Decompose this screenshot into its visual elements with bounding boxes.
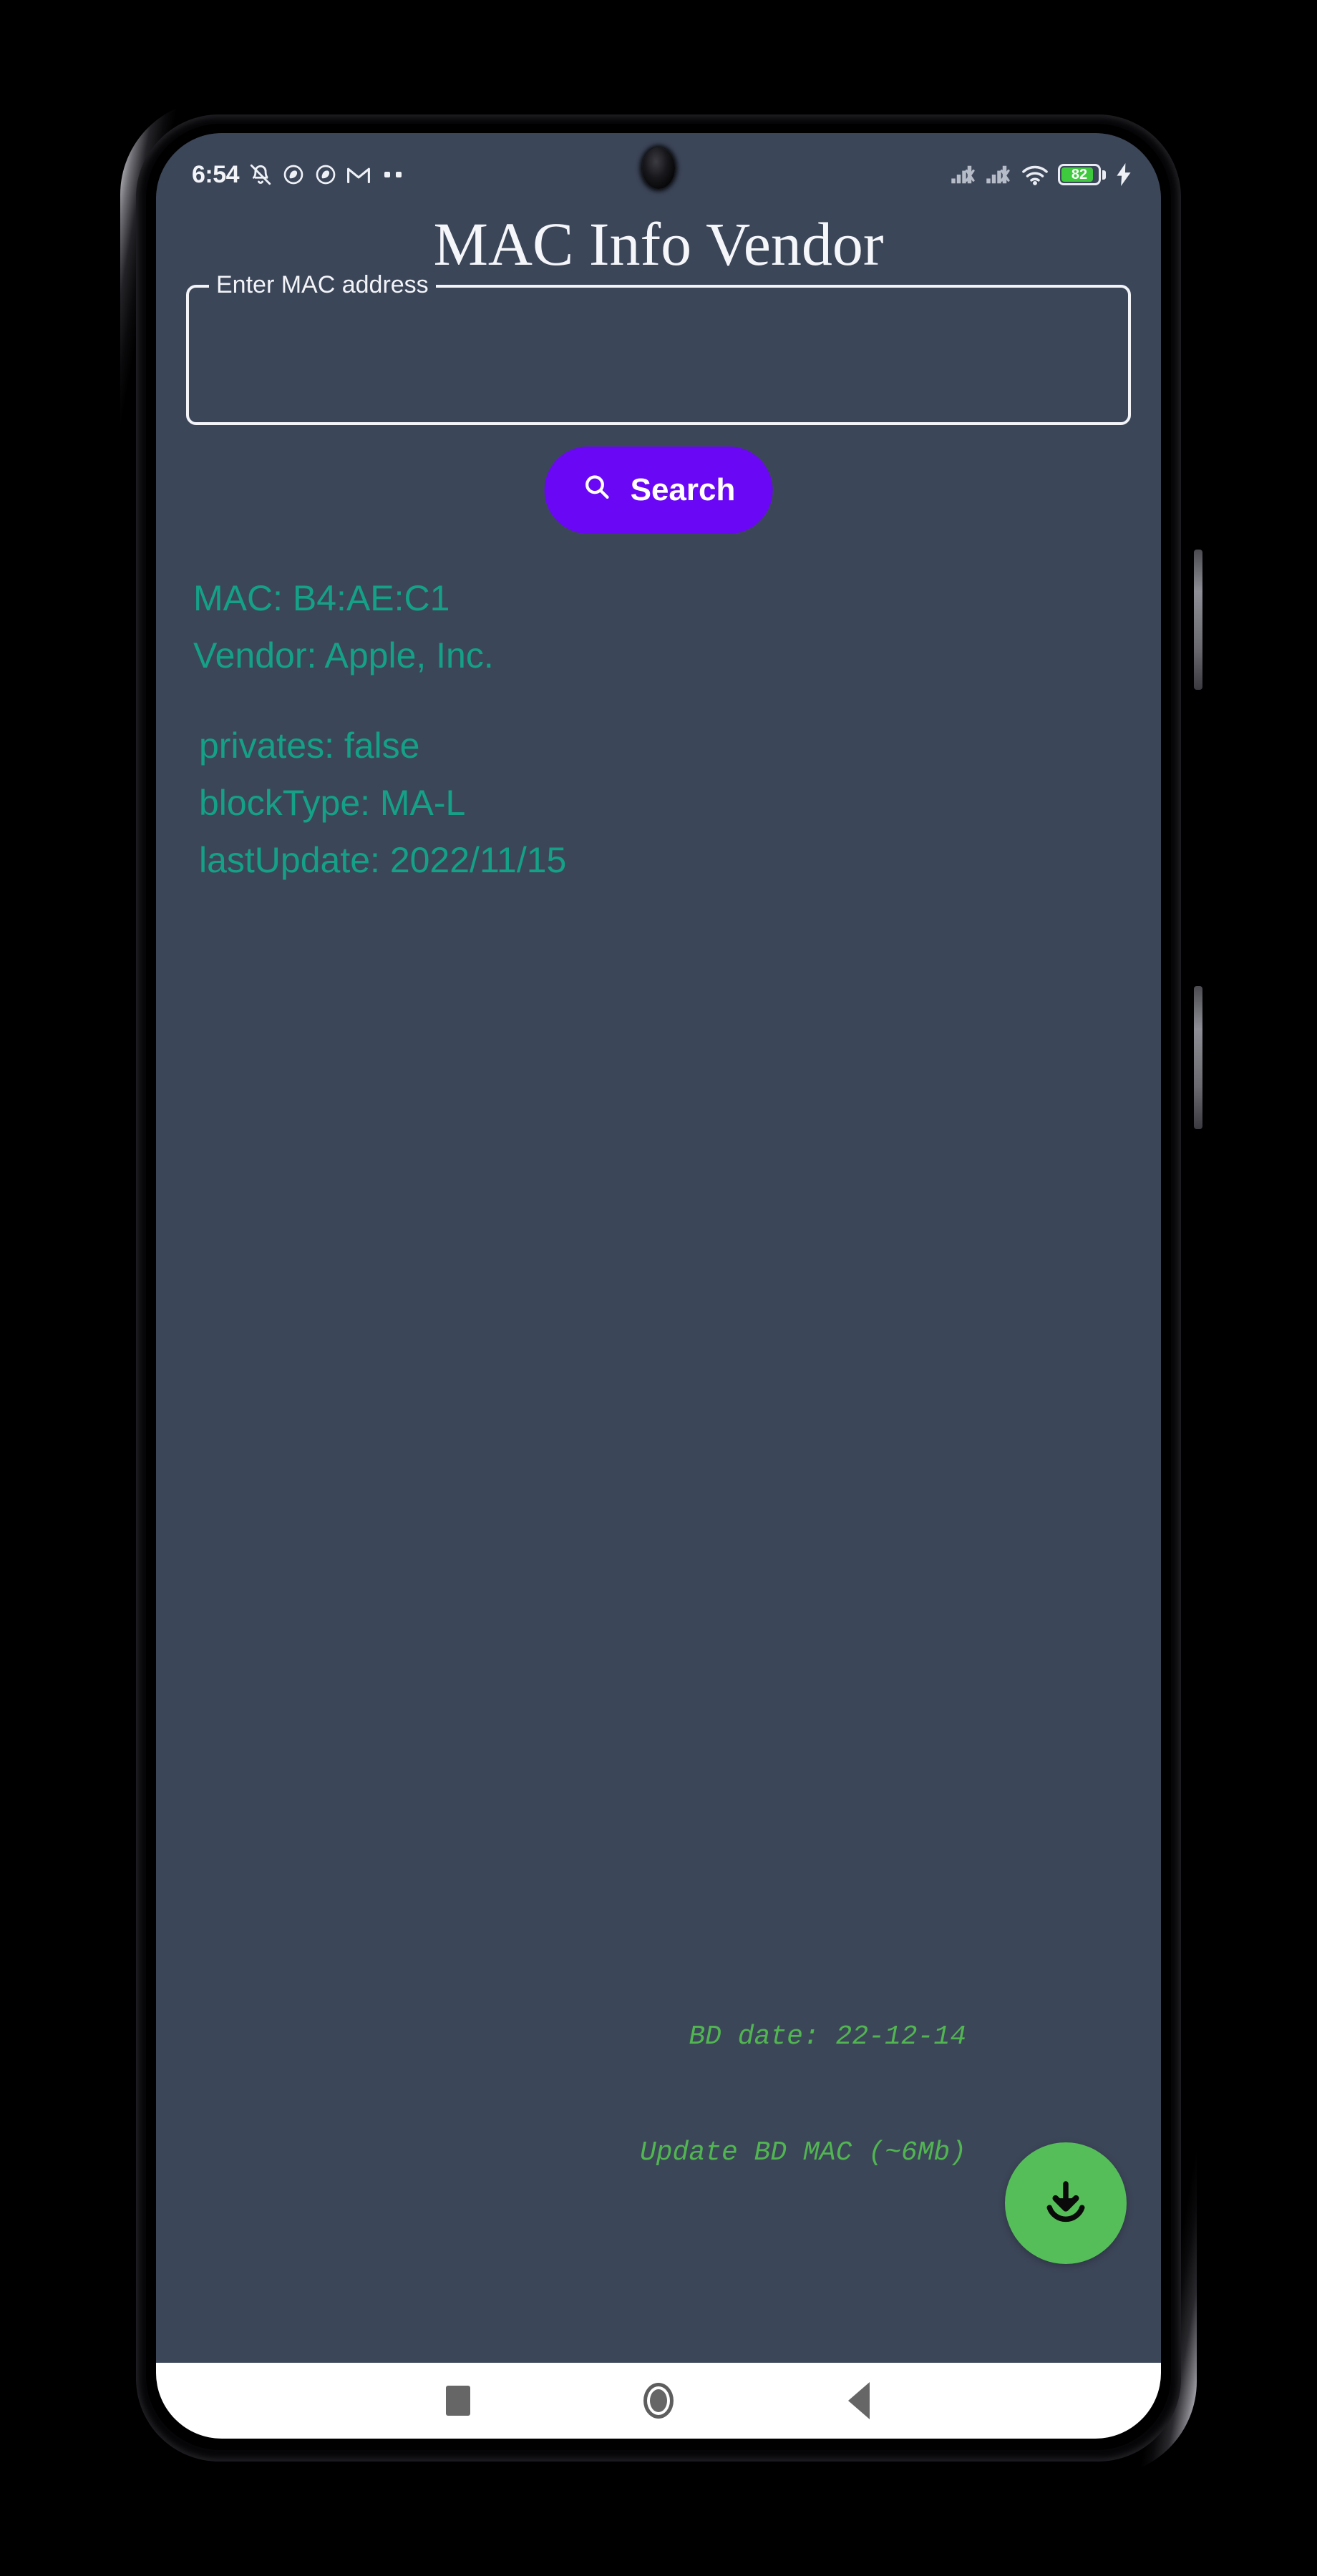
result-privates: privates: false bbox=[199, 726, 420, 766]
charging-bolt-icon bbox=[1115, 163, 1132, 186]
back-button[interactable] bbox=[836, 2378, 882, 2424]
battery-tip bbox=[1102, 170, 1106, 180]
signal-no-sim-icon bbox=[951, 164, 977, 185]
search-icon bbox=[582, 472, 612, 509]
bell-muted-icon bbox=[248, 162, 273, 187]
signal-no-sim-icon bbox=[986, 164, 1012, 185]
download-database-fab[interactable] bbox=[1005, 2142, 1127, 2264]
status-bar-left: 6:54 bbox=[192, 161, 402, 189]
recents-square-icon bbox=[446, 2386, 470, 2416]
phone-screen: 6:54 82 MAC Info Vendor Enter MAC addres… bbox=[156, 133, 1161, 2439]
battery-body: 82 bbox=[1058, 164, 1101, 185]
front-camera-punch-hole bbox=[642, 147, 675, 189]
status-time: 6:54 bbox=[192, 160, 240, 188]
home-circle-icon bbox=[643, 2383, 674, 2419]
mac-address-input[interactable] bbox=[206, 302, 1111, 412]
battery-percent: 82 bbox=[1071, 167, 1088, 182]
battery-indicator: 82 bbox=[1058, 164, 1106, 185]
phone-device: 6:54 82 MAC Info Vendor Enter MAC addres… bbox=[120, 100, 1202, 2476]
update-bd-mac-label: Update BD MAC (~6Mb) bbox=[639, 2137, 966, 2168]
mac-address-field-container[interactable]: Enter MAC address bbox=[186, 269, 1131, 425]
back-triangle-icon bbox=[848, 2382, 870, 2419]
result-vendor: Vendor: Apple, Inc. bbox=[193, 635, 494, 675]
result-block-type: blockType: MA-L bbox=[199, 783, 466, 823]
result-last-update: lastUpdate: 2022/11/15 bbox=[199, 840, 567, 880]
page-title: MAC Info Vendor bbox=[433, 210, 884, 278]
do-not-disturb-icon bbox=[282, 163, 305, 186]
lookup-results: MAC: B4:AE:C1 Vendor: Apple, Inc. privat… bbox=[193, 570, 1132, 889]
recents-button[interactable] bbox=[435, 2378, 481, 2424]
home-button[interactable] bbox=[636, 2378, 681, 2424]
do-not-disturb-icon bbox=[314, 163, 337, 186]
mac-address-field-label: Enter MAC address bbox=[209, 269, 436, 301]
database-update-area: BD date: 22-12-14 Update BD MAC (~6Mb) bbox=[156, 2021, 1161, 2268]
power-button[interactable] bbox=[1194, 986, 1202, 1129]
database-info: BD date: 22-12-14 Update BD MAC (~6Mb) bbox=[640, 1941, 966, 2250]
app-surface: 6:54 82 MAC Info Vendor Enter MAC addres… bbox=[156, 133, 1161, 2363]
wifi-icon bbox=[1021, 164, 1049, 185]
search-button-label: Search bbox=[630, 472, 736, 507]
more-notifications-dots bbox=[384, 172, 402, 177]
volume-button[interactable] bbox=[1194, 550, 1202, 690]
download-icon bbox=[1038, 2175, 1094, 2233]
android-navigation-bar bbox=[156, 2363, 1161, 2439]
gmail-icon bbox=[346, 164, 371, 185]
result-spacer bbox=[193, 684, 1132, 717]
result-mac: MAC: B4:AE:C1 bbox=[193, 578, 450, 618]
bd-date-label: BD date: 22-12-14 bbox=[689, 2021, 966, 2052]
search-button[interactable]: Search bbox=[544, 447, 773, 534]
status-bar-right: 82 bbox=[951, 163, 1132, 186]
